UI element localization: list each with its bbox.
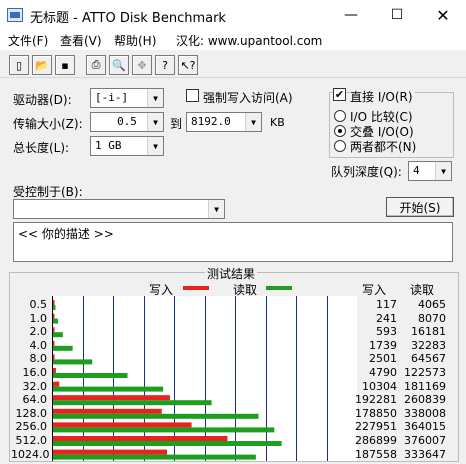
read-value: 16181	[411, 325, 446, 339]
results-rows: 0.5 117 4065 1.0 241 8070 2.0 593 16181 4.0 1739 32…	[0, 0, 466, 461]
write-value: 178850	[355, 406, 397, 420]
transfer-size-row-label: 256.0	[15, 420, 48, 434]
write-value: 593	[376, 325, 397, 339]
write-value: 187558	[355, 447, 397, 461]
read-value: 64567	[411, 352, 446, 366]
write-value: 117	[376, 298, 397, 311]
read-value: 338008	[404, 406, 446, 420]
transfer-size-row-label: 2.0	[29, 325, 48, 339]
read-value: 122573	[404, 366, 446, 379]
transfer-size-row-label: 0.5	[29, 298, 48, 311]
read-value: 181169	[404, 379, 446, 393]
transfer-size-row-label: 1.0	[29, 311, 48, 325]
transfer-size-row-label: 512.0	[15, 434, 48, 447]
read-value: 364015	[404, 420, 446, 434]
write-value: 241	[376, 311, 397, 325]
write-value: 4790	[369, 366, 397, 379]
transfer-size-row-label: 64.0	[22, 393, 48, 407]
write-value: 227951	[355, 420, 397, 434]
read-value: 260839	[404, 393, 446, 407]
transfer-size-row-label: 8.0	[29, 352, 48, 366]
transfer-size-row-label: 128.0	[15, 406, 48, 420]
transfer-size-row-label: 4.0	[29, 338, 48, 352]
write-value: 2501	[369, 352, 397, 366]
read-value: 32283	[411, 338, 446, 352]
transfer-size-row-label: 1024.0	[11, 447, 50, 461]
read-value: 376007	[404, 434, 446, 447]
transfer-size-row-label: 32.0	[22, 379, 48, 393]
write-value: 192281	[355, 393, 397, 407]
read-value: 4065	[418, 298, 446, 311]
read-value: 8070	[418, 311, 446, 325]
write-value: 10304	[362, 379, 397, 393]
read-value: 333647	[404, 447, 446, 461]
write-value: 286899	[355, 434, 397, 447]
read-bar	[53, 454, 256, 460]
transfer-size-row-label: 16.0	[22, 366, 48, 379]
write-value: 1739	[369, 338, 397, 352]
